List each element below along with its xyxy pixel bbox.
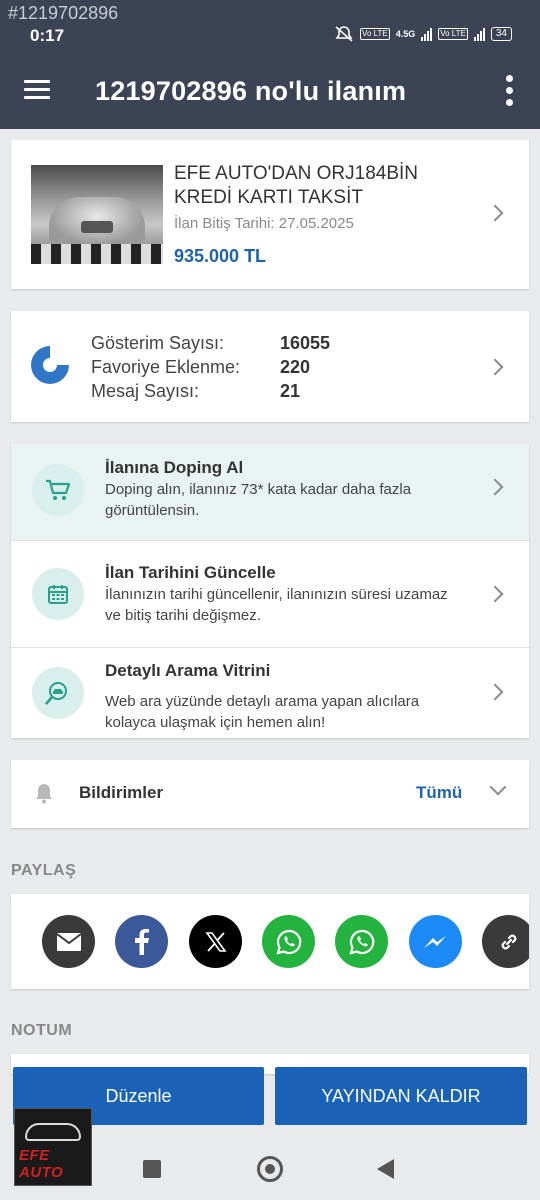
share-facebook-button[interactable] [115,915,168,968]
whatsapp-icon [275,929,301,955]
signal-icon [421,27,433,41]
chevron-right-icon [486,585,504,603]
watermark-text: #1219702896 [8,3,119,23]
status-time: 0:17 [30,26,65,45]
listing-title: EFE AUTO'DAN ORJ184BİN KREDİ KARTI TAKSİ… [174,163,419,208]
listing-card[interactable]: EFE AUTO'DAN ORJ184BİN KREDİ KARTI TAKSİ… [11,140,529,289]
status-bar: #1219702896 0:17 Vo LTE 4.5G Vo LTE 34 [0,0,540,52]
notifications-panel[interactable]: Bildirimler Tümü [11,760,529,828]
chevron-right-icon [486,204,504,222]
listing-photo [31,165,163,264]
search-car-icon [32,667,84,719]
app-bar: 1219702896 no'lu ilanım [0,52,540,129]
notifications-title: Bildirimler [79,783,164,802]
promo-desc: Web ara yüzünde detaylı arama yapan alıc… [105,693,420,731]
share-whatsapp-button[interactable] [262,915,315,968]
note-section-label: NOTUM [11,1022,73,1039]
x-icon [204,931,227,952]
stat-label-messages: Mesaj Sayısı: [91,381,200,401]
share-email-button[interactable] [42,915,95,968]
system-nav-bar [0,1138,540,1200]
chevron-right-icon [486,358,504,376]
stat-label-favorites: Favoriye Eklenme: [91,357,241,377]
volte-badge-2: Vo LTE [438,28,468,40]
share-panel [11,894,529,989]
messenger-icon [423,935,446,948]
more-options-icon[interactable] [506,75,514,107]
promo-item-update-date[interactable]: İlan Tarihini Güncelle İlanınızın tarihi… [11,541,529,648]
promo-title: Detaylı Arama Vitrini [105,661,271,680]
link-icon [501,934,516,949]
home-icon[interactable] [257,1156,283,1182]
network-label: 4.5G [395,29,416,39]
share-link-button[interactable] [482,915,529,968]
chevron-right-icon [486,683,504,701]
stat-label-views: Gösterim Sayısı: [91,333,225,353]
back-icon[interactable] [377,1159,394,1179]
hamburger-menu-icon[interactable] [24,80,50,100]
stat-value-messages: 21 [280,381,301,401]
share-x-button[interactable] [189,915,242,968]
listing-price: 935.000 TL [174,246,267,266]
page-title: 1219702896 no'lu ilanım [95,76,407,106]
email-icon [55,932,82,951]
promo-desc: Doping alın, ilanınız 73* kata kadar dah… [105,481,412,519]
stat-value-views: 16055 [280,333,331,353]
promo-item-doping[interactable]: İlanına Doping Al Doping alın, ilanınız … [11,444,529,541]
chevron-down-icon[interactable] [489,778,507,796]
cart-icon [32,464,84,516]
pie-chart-icon [31,346,69,384]
share-section-label: PAYLAŞ [11,862,77,879]
stats-card[interactable]: Gösterim Sayısı: 16055 Favoriye Eklenme:… [11,311,529,422]
notifications-all-link[interactable]: Tümü [416,783,462,803]
volte-badge: Vo LTE [360,28,390,40]
status-icons: Vo LTE 4.5G Vo LTE 34 [334,26,512,42]
battery-icon: 34 [490,27,512,41]
unpublish-button[interactable]: YAYINDAN KALDIR [275,1067,527,1125]
stat-value-favorites: 220 [280,357,311,377]
promo-desc: İlanınızın tarihi güncellenir, ilanınızı… [105,586,448,624]
promo-item-showcase[interactable]: Detaylı Arama Vitrini Web ara yüzünde de… [11,648,529,738]
bell-icon [36,784,52,804]
promo-title: İlan Tarihini Güncelle [105,563,276,582]
calendar-icon [32,568,84,620]
share-whatsapp-business-button[interactable] [335,915,388,968]
listing-end-date: İlan Bitiş Tarihi: 27.05.2025 [174,215,354,232]
promo-title: İlanına Doping Al [105,458,244,477]
mute-icon [335,26,353,42]
chevron-right-icon [486,478,504,496]
signal-icon-2 [473,27,485,41]
recent-apps-icon[interactable] [143,1160,161,1178]
share-messenger-button[interactable] [409,915,462,968]
whatsapp-icon [348,929,374,955]
promo-list: İlanına Doping Al Doping alın, ilanınız … [11,444,529,738]
facebook-icon [134,928,149,955]
